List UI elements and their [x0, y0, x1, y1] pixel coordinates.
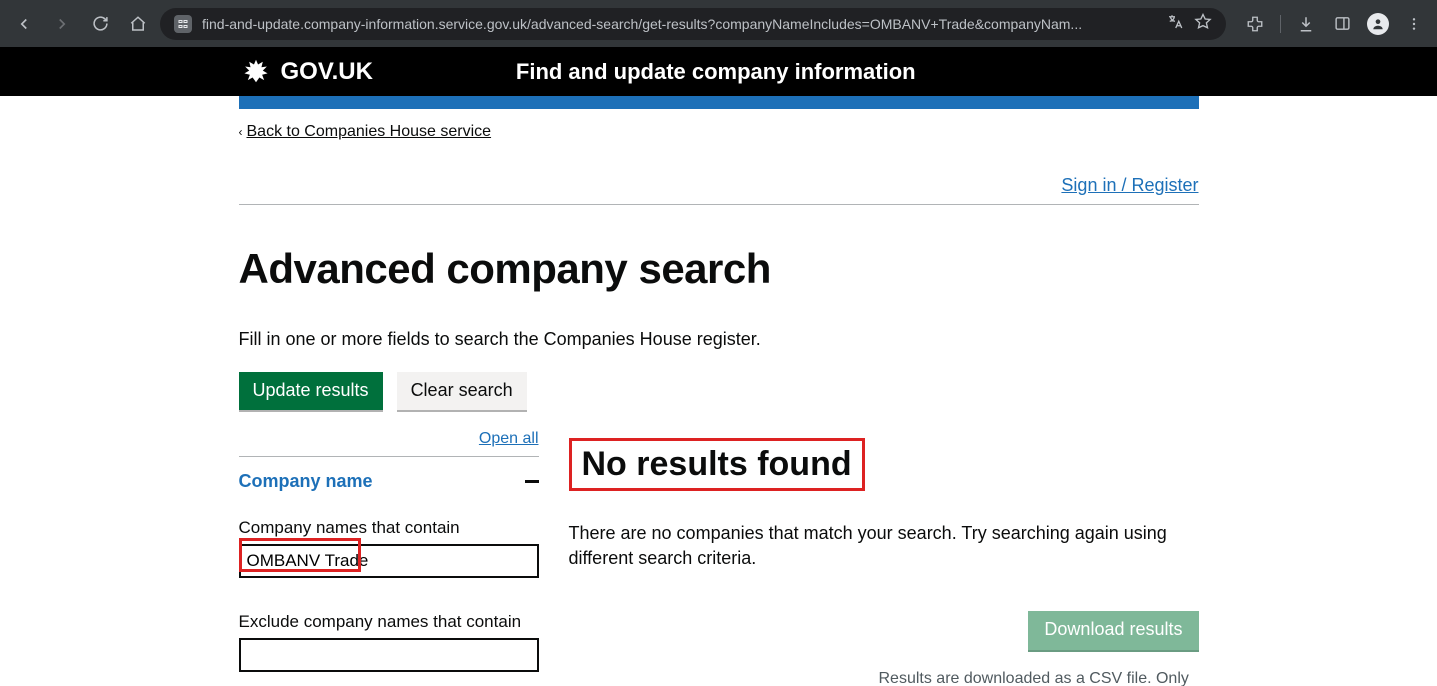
- chrome-right-icons: [1240, 9, 1429, 39]
- download-note: Results are downloaded as a CSV file. On…: [879, 668, 1199, 686]
- chevron-left-icon: ‹: [239, 125, 243, 139]
- clear-search-button[interactable]: Clear search: [397, 372, 527, 410]
- accordion-company-name[interactable]: Company name: [239, 457, 539, 502]
- company-name-excludes-input[interactable]: [239, 638, 539, 672]
- extensions-icon[interactable]: [1240, 9, 1270, 39]
- intro-text: Fill in one or more fields to search the…: [239, 329, 1199, 350]
- signin-link[interactable]: Sign in / Register: [1061, 175, 1198, 196]
- downloads-icon[interactable]: [1291, 9, 1321, 39]
- back-link-text[interactable]: Back to Companies House service: [247, 123, 492, 141]
- service-name[interactable]: Find and update company information: [373, 59, 1059, 85]
- divider: [1280, 15, 1281, 33]
- forward-button[interactable]: [46, 8, 78, 40]
- address-bar[interactable]: find-and-update.company-information.serv…: [160, 8, 1226, 40]
- page-scroll-area[interactable]: GOV.UK Find and update company informati…: [0, 47, 1437, 686]
- minus-icon: [525, 480, 539, 483]
- govuk-text: GOV.UK: [281, 58, 373, 86]
- accordion-label: Company name: [239, 471, 373, 492]
- blue-bar: [239, 96, 1199, 109]
- page-title: Advanced company search: [239, 245, 1199, 293]
- back-link[interactable]: ‹ Back to Companies House service: [239, 123, 1199, 141]
- contain-label: Company names that contain: [239, 518, 539, 538]
- filters-sidebar: Open all Company name Company names that…: [239, 418, 539, 672]
- browser-chrome: find-and-update.company-information.serv…: [0, 0, 1437, 47]
- button-row: Update results Clear search: [239, 372, 1199, 410]
- crown-icon: [239, 58, 273, 86]
- reload-button[interactable]: [84, 8, 116, 40]
- kebab-menu-icon[interactable]: [1399, 9, 1429, 39]
- govuk-logo[interactable]: GOV.UK: [239, 58, 373, 86]
- open-all-link[interactable]: Open all: [479, 430, 539, 448]
- results-panel: No results found There are no companies …: [569, 418, 1199, 686]
- govuk-header: GOV.UK Find and update company informati…: [0, 47, 1437, 96]
- home-button[interactable]: [122, 8, 154, 40]
- exclude-label: Exclude company names that contain: [239, 612, 539, 632]
- update-results-button[interactable]: Update results: [239, 372, 383, 410]
- results-body: There are no companies that match your s…: [569, 521, 1199, 571]
- results-heading: No results found: [582, 445, 852, 484]
- url-text: find-and-update.company-information.serv…: [202, 16, 1156, 32]
- download-results-button[interactable]: Download results: [1028, 611, 1198, 650]
- bookmark-star-icon[interactable]: [1194, 13, 1212, 34]
- back-button[interactable]: [8, 8, 40, 40]
- panel-icon[interactable]: [1327, 9, 1357, 39]
- company-name-contains-input[interactable]: [239, 544, 539, 578]
- results-heading-highlight: No results found: [569, 438, 865, 491]
- translate-icon[interactable]: [1166, 13, 1184, 34]
- signin-row: Sign in / Register: [239, 175, 1199, 205]
- profile-avatar[interactable]: [1363, 9, 1393, 39]
- site-settings-icon[interactable]: [174, 15, 192, 33]
